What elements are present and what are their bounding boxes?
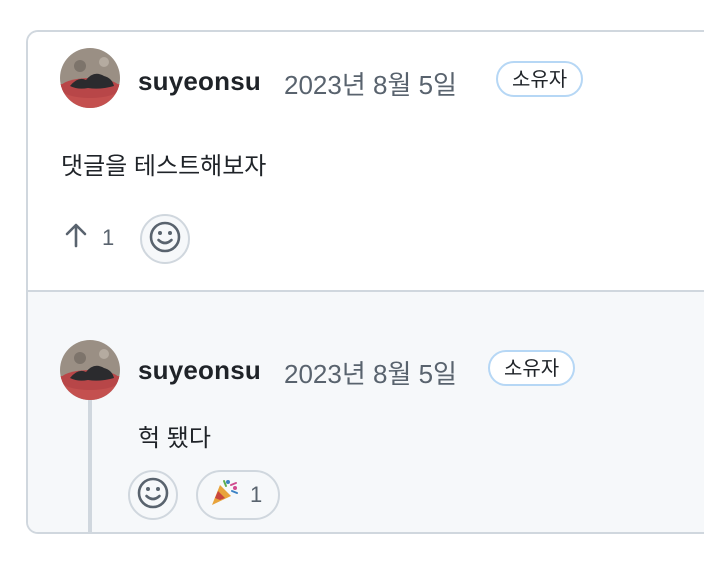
owner-badge: 소유자: [496, 61, 584, 97]
owner-badge: 소유자: [488, 350, 576, 386]
reply-date[interactable]: 2023년 8월 5일: [284, 354, 457, 391]
comment-date[interactable]: 2023년 8월 5일: [284, 65, 457, 102]
upvote-button[interactable]: 1: [64, 222, 114, 254]
discussion-comment-card: suyeonsu 2023년 8월 5일 소유자 댓글을 테스트해보자 1 su…: [26, 30, 704, 534]
arrow-up-icon: [64, 222, 88, 254]
comment-author[interactable]: suyeonsu: [138, 66, 261, 97]
thread-line: [88, 400, 92, 532]
reaction-party-button[interactable]: 1: [196, 470, 281, 520]
upvote-count: 1: [102, 225, 115, 250]
party-popper-icon: [208, 476, 240, 514]
add-reaction-button[interactable]: [140, 214, 190, 264]
reply-author[interactable]: suyeonsu: [138, 355, 261, 386]
add-reaction-button[interactable]: [128, 470, 178, 520]
reply-avatar[interactable]: [60, 340, 120, 400]
smiley-icon: [148, 220, 182, 259]
reply-thread: suyeonsu 2023년 8월 5일 소유자 헉 됐다 1: [28, 290, 704, 532]
comment: suyeonsu 2023년 8월 5일 소유자 댓글을 테스트해보자 1: [28, 32, 704, 290]
comment-body: 댓글을 테스트해보자: [61, 153, 267, 180]
avatar[interactable]: [60, 48, 120, 108]
reaction-count: 1: [250, 482, 263, 507]
smiley-icon: [136, 476, 170, 515]
avatar-image: [60, 48, 120, 108]
reply-body: 헉 됐다: [138, 425, 211, 452]
avatar-image: [60, 340, 120, 400]
